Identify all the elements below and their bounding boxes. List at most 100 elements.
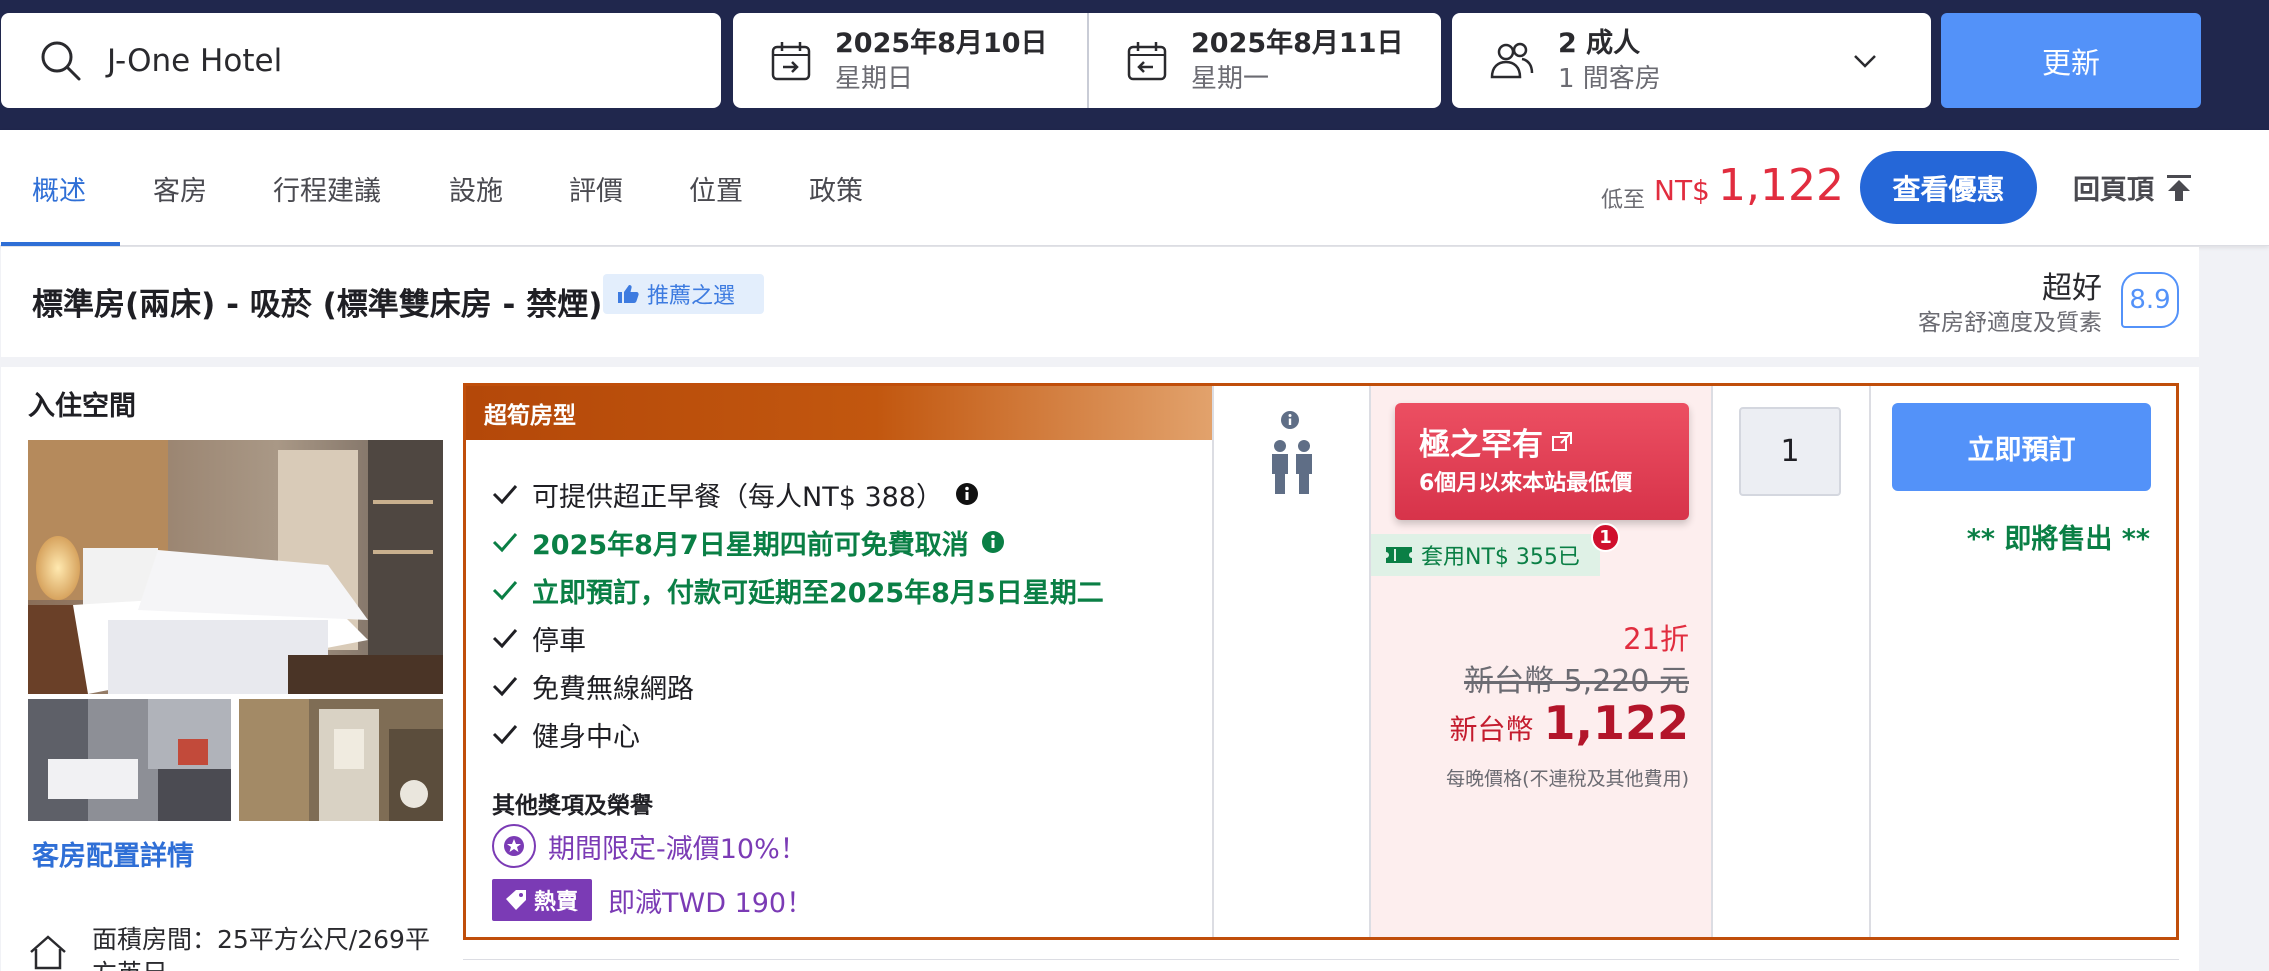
rare-deal-subtitle: 6個月以來本站最低價 [1419, 471, 1633, 496]
original-price: 新台幣 5,220 元 [1464, 664, 1689, 699]
hot-tag-label: 熱賣 [534, 890, 579, 915]
feature-wifi: 免費無線網路 [492, 662, 1104, 710]
final-price-value: 1,122 [1543, 696, 1689, 750]
tab-reviews[interactable]: 評價 [569, 130, 623, 246]
checkout-date: 2025年8月11日 [1191, 27, 1404, 59]
active-tab-indicator [1, 242, 120, 246]
hot-deal-text: 即減TWD 190！ [608, 887, 814, 919]
destination-value: J-One Hotel [107, 42, 283, 79]
coupon-applied[interactable]: 套用NT$ 355已 [1371, 534, 1600, 576]
checkout-text: 2025年8月11日 星期一 [1191, 26, 1404, 96]
feature-parking: 停車 [492, 614, 1104, 662]
price-column: 極之罕有 6個月以來本站最低價 套用NT$ 355已 1 21折 新台幣 5,2… [1371, 386, 1711, 937]
checkout-field[interactable]: 2025年8月11日 星期一 [1087, 13, 1441, 108]
back-to-top-link[interactable]: 回頁頂 [2073, 168, 2194, 207]
date-picker[interactable]: 2025年8月10日 星期日 2025年8月11日 星期一 [733, 13, 1441, 108]
book-now-button[interactable]: 立即預訂 [1892, 403, 2151, 491]
two-adults-icon [1272, 440, 1312, 494]
final-price: 新台幣 1,122 [1449, 696, 1689, 750]
header-currency: NT$ [1654, 174, 1710, 207]
checkin-field[interactable]: 2025年8月10日 星期日 [733, 13, 1087, 108]
limited-time-promo-text: 期間限定-減價10%！ [548, 833, 807, 865]
tab-facilities[interactable]: 設施 [449, 130, 503, 246]
search-icon [41, 41, 81, 80]
check-icon [492, 581, 518, 601]
tab-overview[interactable]: 概述 [32, 130, 86, 246]
guests-count: 2 成人 [1558, 27, 1641, 59]
from-label: 低至 [1601, 188, 1646, 213]
coupon-count-badge: 1 [1591, 523, 1620, 552]
chevron-down-icon[interactable] [1851, 47, 1879, 75]
check-icon [492, 725, 518, 745]
checkin-date: 2025年8月10日 [835, 27, 1048, 59]
check-icon [492, 533, 518, 553]
info-icon[interactable] [981, 530, 1005, 554]
checkin-day: 星期日 [835, 63, 914, 94]
room-photo-thumb-1[interactable] [28, 699, 231, 821]
tab-location[interactable]: 位置 [689, 130, 743, 246]
thumbs-up-icon [618, 285, 639, 303]
card-divider [1, 357, 2199, 367]
tab-policies[interactable]: 政策 [809, 130, 863, 246]
rare-deal-box[interactable]: 極之罕有 6個月以來本站最低價 [1395, 403, 1689, 520]
room-photo-main[interactable] [28, 440, 443, 694]
limited-time-promo: 期間限定-減價10%！ [492, 824, 807, 868]
check-icon [492, 629, 518, 649]
guests-field[interactable]: 2 成人 1 間客房 [1452, 13, 1931, 108]
arrow-up-icon [2167, 174, 2191, 201]
next-offer-edge [463, 959, 2179, 971]
header-price: 1,122 [1718, 160, 1844, 211]
guests-icon [1490, 42, 1534, 78]
room-card: 標準房(兩床) - 吸菸 (標準雙床房 - 禁煙) 推薦之選 超好 客房舒適度及… [1, 247, 2199, 971]
score-description: 客房舒適度及質素 [1918, 310, 2102, 336]
back-to-top-label: 回頁頂 [2073, 175, 2154, 206]
discount-label: 21折 [1623, 622, 1689, 656]
occupancy-title: 入住空間 [28, 391, 136, 422]
info-icon[interactable] [955, 482, 979, 506]
room-offer: 超筍房型 可提供超正早餐（每人NT$ 388） 2025年8月7日星期四前可免費… [463, 383, 2179, 940]
room-details-link[interactable]: 客房配置詳情 [32, 834, 194, 873]
feature-text: 立即預訂，付款可延期至2025年8月5日星期二 [532, 577, 1104, 609]
rooms-count: 1 間客房 [1558, 63, 1661, 94]
update-button[interactable]: 更新 [1941, 13, 2201, 108]
destination-field[interactable]: J-One Hotel [1, 13, 721, 108]
final-currency: 新台幣 [1449, 713, 1534, 746]
rare-deal-title: 極之罕有 [1419, 419, 1573, 464]
offer-header: 超筍房型 [466, 386, 1212, 440]
coupon-icon [1386, 547, 1412, 563]
feature-text: 免費無線網路 [532, 673, 694, 705]
column-divider-3 [1711, 386, 1713, 937]
hot-deal-promo: 熱賣 即減TWD 190！ [492, 879, 813, 921]
calendar-checkin-icon [771, 41, 811, 80]
recommended-badge: 推薦之選 [603, 274, 764, 314]
view-deals-button[interactable]: 查看優惠 [1860, 151, 2037, 224]
feature-list: 可提供超正早餐（每人NT$ 388） 2025年8月7日星期四前可免費取消 立即… [492, 470, 1104, 758]
info-icon[interactable] [1280, 410, 1300, 430]
per-night-note: 每晚價格(不連稅及其他費用) [1446, 768, 1689, 790]
guests-text: 2 成人 1 間客房 [1558, 26, 1661, 96]
tag-icon [506, 890, 526, 910]
room-quantity-select[interactable]: 1 [1739, 407, 1841, 496]
room-photo-thumb-2[interactable] [239, 699, 443, 821]
search-bar: J-One Hotel 2025年8月10日 星期日 2025年8月11日 星期… [0, 0, 2269, 130]
selling-fast-label: ** 即將售出 ** [1966, 524, 2150, 555]
feature-text: 健身中心 [532, 721, 640, 753]
tab-rooms[interactable]: 客房 [153, 130, 207, 246]
score-word: 超好 [2042, 271, 2102, 306]
tab-itinerary[interactable]: 行程建議 [273, 130, 381, 246]
check-icon [492, 677, 518, 697]
other-awards-title: 其他獎項及榮譽 [492, 793, 653, 819]
feature-gym: 健身中心 [492, 710, 1104, 758]
external-link-icon [1552, 431, 1572, 451]
column-divider-1 [1212, 386, 1214, 937]
promo-badge-icon [492, 824, 536, 868]
feature-text: 可提供超正早餐（每人NT$ 388） [532, 481, 943, 513]
check-icon [492, 485, 518, 505]
house-icon [30, 935, 66, 970]
rare-deal-title-text: 極之罕有 [1419, 427, 1543, 463]
section-tabs: 概述 客房 行程建議 設施 評價 位置 政策 低至 NT$ 1,122 查看優惠… [0, 130, 2269, 246]
recommended-label: 推薦之選 [647, 284, 736, 309]
feature-text: 停車 [532, 625, 586, 657]
room-photo-thumb-2-image [239, 699, 443, 821]
room-title: 標準房(兩床) - 吸菸 (標準雙床房 - 禁煙) [32, 287, 603, 323]
